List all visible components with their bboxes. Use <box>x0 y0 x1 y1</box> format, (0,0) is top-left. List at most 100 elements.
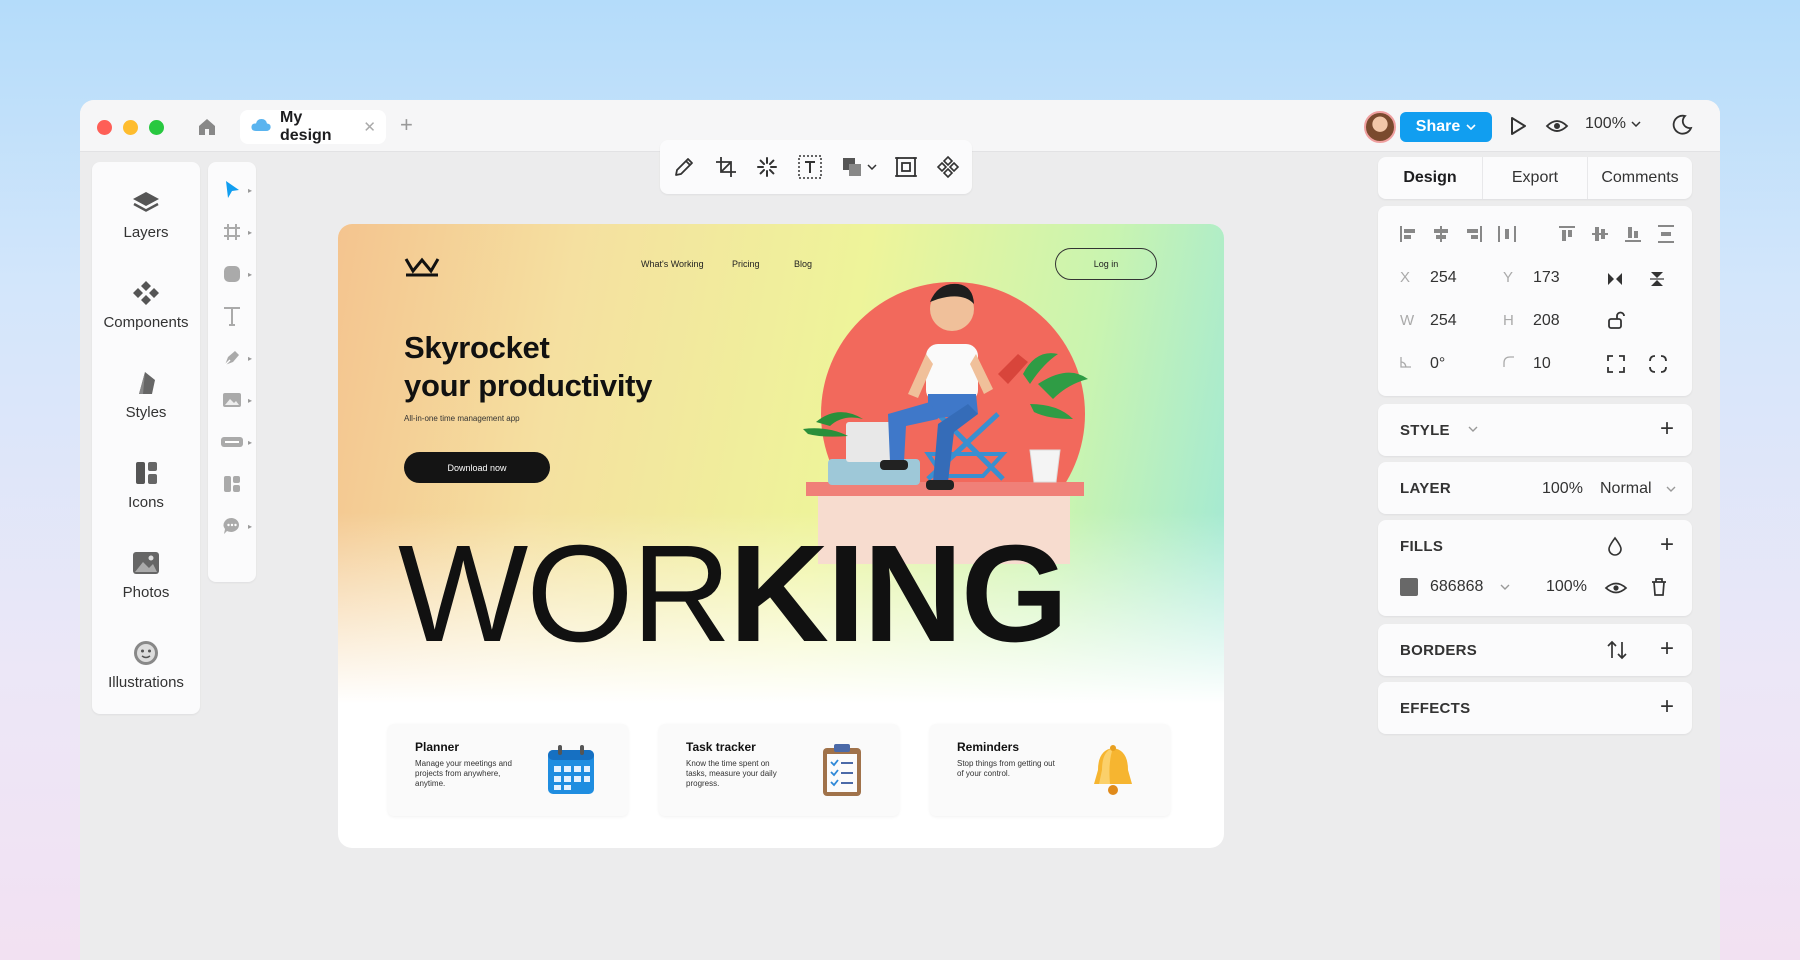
h-field[interactable]: H 208 <box>1503 312 1560 330</box>
color-drop-icon[interactable] <box>1606 536 1624 556</box>
frame-tool[interactable]: ▸ <box>218 218 252 246</box>
text-box-icon[interactable] <box>797 154 823 180</box>
sort-arrows-icon[interactable] <box>1606 639 1628 661</box>
align-middle-icon[interactable] <box>1590 224 1610 244</box>
align-bottom-icon[interactable] <box>1623 224 1643 244</box>
align-left-icon[interactable] <box>1398 224 1418 244</box>
share-button[interactable]: Share <box>1400 112 1492 142</box>
constrain-proportions-lock-icon[interactable] <box>1606 310 1626 330</box>
download-button[interactable]: Download now <box>404 452 550 483</box>
chevron-down-icon <box>867 164 877 170</box>
blend-mode-select[interactable]: Normal <box>1600 480 1652 498</box>
add-fill-icon[interactable]: + <box>1660 533 1674 557</box>
play-icon[interactable] <box>1507 114 1529 143</box>
bell-icon <box>1094 745 1132 795</box>
minimize-window-button[interactable] <box>123 120 138 135</box>
pencil-icon[interactable] <box>672 155 696 179</box>
style-section: STYLE + <box>1378 404 1692 456</box>
feature-card-planner[interactable]: Planner Manage your meetings and project… <box>388 724 628 816</box>
boolean-dropdown[interactable] <box>841 156 877 178</box>
asset-illustrations[interactable]: Illustrations <box>92 638 200 692</box>
home-icon[interactable] <box>196 116 218 138</box>
add-effect-icon[interactable]: + <box>1660 695 1674 719</box>
frame-select-icon[interactable] <box>894 155 918 179</box>
asset-components[interactable]: Components <box>92 278 200 332</box>
input-tool[interactable]: ▸ <box>218 428 252 456</box>
big-headline-word: WORKING <box>398 524 1068 664</box>
chevron-down-icon[interactable] <box>1468 426 1478 432</box>
avatar[interactable] <box>1364 111 1396 143</box>
fill-hex-value[interactable]: 686868 <box>1430 578 1483 596</box>
w-field[interactable]: W 254 <box>1400 312 1457 330</box>
delete-trash-icon[interactable] <box>1650 577 1668 597</box>
fill-color-swatch[interactable] <box>1400 578 1418 596</box>
close-window-button[interactable] <box>97 120 112 135</box>
tools-panel: ▸ ▸ ▸ ▸ ▸ ▸ ▸ <box>208 162 256 582</box>
layer-title: LAYER <box>1400 480 1451 497</box>
corner-radius-field[interactable]: 10 <box>1503 355 1551 373</box>
pen-tool-icon <box>224 351 239 366</box>
align-right-icon[interactable] <box>1464 224 1484 244</box>
new-tab-icon[interactable]: + <box>400 112 413 138</box>
distribute-vertical-icon[interactable] <box>1656 224 1676 244</box>
asset-layers[interactable]: Layers <box>92 188 200 242</box>
assets-panel: Layers Components Styles Icons Photos Il… <box>92 162 200 714</box>
chevron-down-icon[interactable] <box>1666 486 1676 492</box>
x-field[interactable]: X 254 <box>1400 269 1457 287</box>
document-tab[interactable]: My design ✕ <box>240 109 386 144</box>
asset-label-styles: Styles <box>125 404 167 421</box>
asset-styles[interactable]: Styles <box>92 368 200 422</box>
icons-icon <box>136 462 157 484</box>
y-field[interactable]: Y 173 <box>1503 269 1560 287</box>
dark-mode-moon-icon[interactable] <box>1670 113 1694 142</box>
crop-icon[interactable] <box>714 155 738 179</box>
layer-opacity[interactable]: 100% <box>1542 480 1583 498</box>
h-value: 208 <box>1533 312 1560 329</box>
visibility-eye-icon[interactable] <box>1604 578 1628 598</box>
clip-content-icon[interactable] <box>1648 354 1668 374</box>
loader-icon[interactable] <box>755 155 779 179</box>
site-nav-link[interactable]: What's Working <box>641 259 704 269</box>
chevron-down-icon[interactable] <box>1500 584 1510 590</box>
borders-title: BORDERS <box>1400 642 1478 659</box>
design-frame[interactable]: What's Working Pricing Blog Log in Skyro… <box>338 224 1224 848</box>
input-tool-icon <box>221 437 243 447</box>
component-tool[interactable] <box>218 470 246 498</box>
feature-description: Stop things from getting out of your con… <box>957 759 1055 778</box>
tab-design[interactable]: Design <box>1378 157 1483 199</box>
shape-tool[interactable]: ▸ <box>218 260 252 288</box>
independent-corners-icon[interactable] <box>1606 354 1626 374</box>
layers-icon <box>133 192 159 212</box>
zoom-dropdown[interactable]: 100% <box>1585 115 1641 133</box>
rotation-field[interactable]: 0° <box>1400 355 1445 373</box>
pen-tool[interactable]: ▸ <box>218 344 252 372</box>
component-icon[interactable] <box>936 155 960 179</box>
canvas-toolbar <box>660 140 972 194</box>
add-border-icon[interactable]: + <box>1660 637 1674 661</box>
components-icon <box>133 281 159 305</box>
x-label: X <box>1400 269 1411 286</box>
distribute-horizontal-icon[interactable] <box>1497 224 1517 244</box>
asset-photos[interactable]: Photos <box>92 548 200 602</box>
feature-card-reminders[interactable]: Reminders Stop things from getting out o… <box>930 724 1170 816</box>
align-top-icon[interactable] <box>1557 224 1577 244</box>
tab-comments[interactable]: Comments <box>1588 157 1692 199</box>
feature-card-task-tracker[interactable]: Task tracker Know the time spent on task… <box>659 724 899 816</box>
add-style-icon[interactable]: + <box>1660 417 1674 441</box>
pointer-tool[interactable]: ▸ <box>218 176 252 204</box>
text-tool[interactable] <box>218 302 246 330</box>
chevron-down-icon <box>1466 124 1476 130</box>
flip-vertical-icon[interactable] <box>1648 270 1666 288</box>
site-nav-link[interactable]: Pricing <box>732 259 760 269</box>
tab-export[interactable]: Export <box>1483 157 1588 199</box>
asset-label-illustrations: Illustrations <box>108 674 184 691</box>
maximize-window-button[interactable] <box>149 120 164 135</box>
asset-icons[interactable]: Icons <box>92 458 200 512</box>
fill-opacity-value[interactable]: 100% <box>1546 578 1587 596</box>
image-tool[interactable]: ▸ <box>218 386 252 414</box>
comment-tool[interactable]: ▸ <box>218 512 252 540</box>
align-center-horizontal-icon[interactable] <box>1431 224 1451 244</box>
tab-close-icon[interactable]: ✕ <box>363 118 376 136</box>
flip-horizontal-icon[interactable] <box>1606 270 1624 288</box>
preview-eye-icon[interactable] <box>1545 115 1569 142</box>
